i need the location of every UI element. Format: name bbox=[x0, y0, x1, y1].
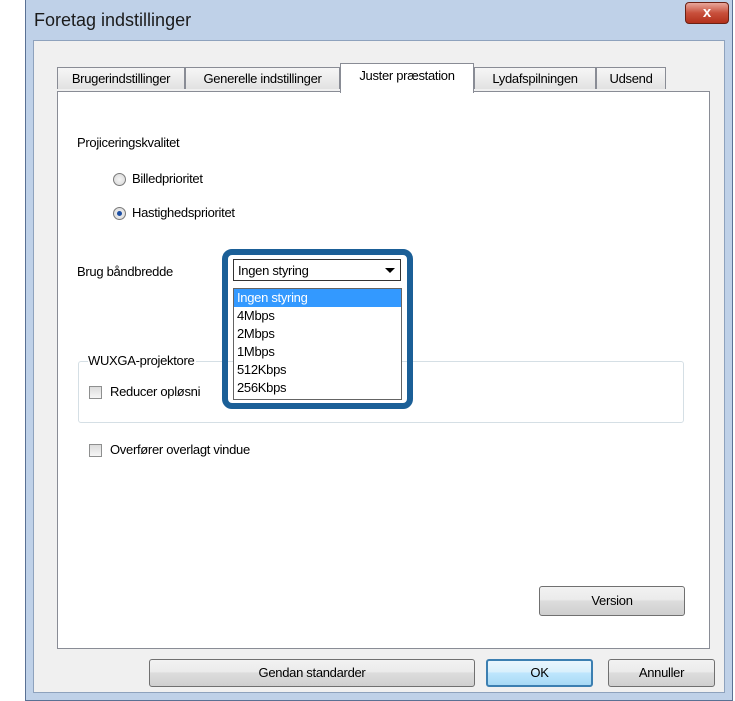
tab-user-settings[interactable]: Brugerindstillinger bbox=[57, 67, 185, 89]
title-bar[interactable]: Foretag indstillinger x bbox=[26, 0, 732, 40]
tab-general-settings[interactable]: Generelle indstillinger bbox=[185, 67, 340, 89]
tab-broadcast[interactable]: Udsend bbox=[596, 67, 666, 89]
chevron-down-icon[interactable] bbox=[385, 268, 395, 273]
cancel-button[interactable]: Annuller bbox=[608, 659, 715, 687]
close-button[interactable]: x bbox=[685, 2, 729, 24]
window-title: Foretag indstillinger bbox=[34, 10, 192, 30]
tab-label: Brugerindstillinger bbox=[71, 71, 171, 86]
bandwidth-option[interactable]: 2Mbps bbox=[234, 325, 401, 343]
radio-image-priority-label: Billedprioritet bbox=[132, 171, 203, 186]
radio-speed-priority[interactable] bbox=[113, 207, 126, 220]
bandwidth-select[interactable]: Ingen styring bbox=[233, 259, 401, 281]
bandwidth-option[interactable]: 256Kbps bbox=[234, 379, 401, 397]
ok-button[interactable]: OK bbox=[486, 659, 593, 687]
transfer-layered-window-checkbox[interactable] bbox=[89, 444, 102, 457]
tab-label: Juster præstation bbox=[359, 68, 455, 83]
bandwidth-option[interactable]: 1Mbps bbox=[234, 343, 401, 361]
bandwidth-option[interactable]: Ingen styring bbox=[234, 289, 401, 307]
transfer-layered-window-label: Overfører overlagt vindue bbox=[110, 442, 250, 457]
tab-adjust-performance[interactable]: Juster præstation bbox=[340, 63, 474, 93]
bandwidth-label: Brug båndbredde bbox=[77, 264, 173, 279]
projection-quality-label: Projiceringskvalitet bbox=[77, 135, 180, 150]
reduce-resolution-label: Reducer opløsni bbox=[110, 384, 201, 399]
cancel-label: Annuller bbox=[638, 665, 685, 680]
restore-defaults-button[interactable]: Gendan standarder bbox=[149, 659, 475, 687]
radio-speed-priority-label: Hastighedsprioritet bbox=[132, 205, 235, 220]
tab-label: Lydafspilningen bbox=[492, 71, 578, 86]
radio-image-priority[interactable] bbox=[113, 173, 126, 186]
version-button-label: Version bbox=[591, 593, 633, 608]
restore-defaults-label: Gendan standarder bbox=[258, 665, 366, 680]
reduce-resolution-checkbox[interactable] bbox=[89, 386, 102, 399]
tab-label: Udsend bbox=[609, 71, 653, 86]
bandwidth-option[interactable]: 4Mbps bbox=[234, 307, 401, 325]
tab-audio-playback[interactable]: Lydafspilningen bbox=[474, 67, 596, 89]
tab-label: Generelle indstillinger bbox=[203, 71, 322, 86]
version-button[interactable]: Version bbox=[539, 586, 685, 616]
bandwidth-option[interactable]: 512Kbps bbox=[234, 361, 401, 379]
bandwidth-dropdown-list: Ingen styring 4Mbps 2Mbps 1Mbps 512Kbps … bbox=[233, 288, 402, 400]
wuxga-group-label: WUXGA-projektore bbox=[88, 353, 197, 368]
close-icon: x bbox=[702, 4, 712, 21]
bandwidth-select-value: Ingen styring bbox=[238, 263, 309, 278]
ok-label: OK bbox=[530, 665, 549, 680]
